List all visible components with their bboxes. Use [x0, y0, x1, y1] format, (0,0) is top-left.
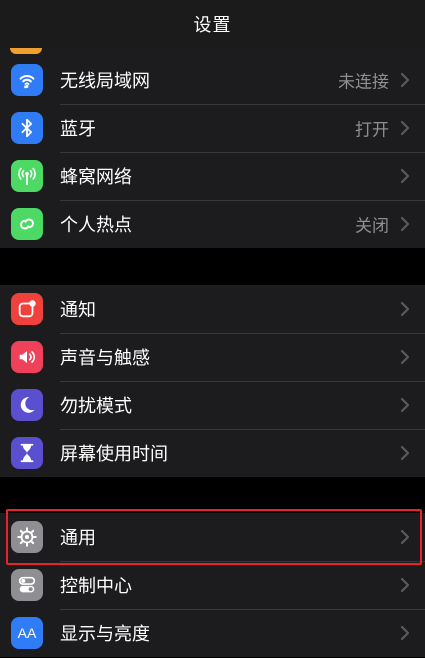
row-screen-time[interactable]: 屏幕使用时间 [0, 429, 425, 477]
navigation-bar: 设置 [0, 0, 425, 48]
row-general[interactable]: 通用 [0, 513, 425, 561]
row-notifications[interactable]: 通知 [0, 285, 425, 333]
cellular-icon [11, 160, 43, 192]
chevron-right-icon [400, 72, 410, 88]
row-label: 蓝牙 [60, 119, 96, 140]
wifi-icon [11, 64, 43, 96]
row-control-center[interactable]: 控制中心 [0, 561, 425, 609]
chevron-right-icon [400, 216, 410, 232]
row-display-brightness[interactable]: AA 显示与亮度 [0, 609, 425, 657]
row-value: 未连接 [338, 72, 389, 93]
control-center-icon [11, 569, 43, 601]
row-bluetooth[interactable]: 蓝牙 打开 [0, 104, 425, 152]
chevron-right-icon [400, 577, 410, 593]
page-title: 设置 [193, 15, 232, 36]
row-label: 屏幕使用时间 [60, 444, 168, 465]
sound-icon [11, 341, 43, 373]
row-label: 个人热点 [60, 215, 132, 236]
chevron-right-icon [400, 120, 410, 136]
row-cellular[interactable]: 蜂窝网络 [0, 152, 425, 200]
chevron-right-icon [400, 397, 410, 413]
row-label: 通用 [60, 528, 96, 549]
row-personal-hotspot[interactable]: 个人热点 关闭 [0, 200, 425, 248]
chevron-right-icon [400, 625, 410, 641]
chevron-right-icon [400, 349, 410, 365]
chevron-right-icon [400, 301, 410, 317]
row-label: 声音与触感 [60, 348, 150, 369]
row-label: 显示与亮度 [60, 624, 150, 645]
moon-icon [11, 389, 43, 421]
chevron-right-icon [400, 168, 410, 184]
chevron-right-icon [400, 445, 410, 461]
row-value: 关闭 [355, 216, 389, 237]
row-sounds-haptics[interactable]: 声音与触感 [0, 333, 425, 381]
partially-visible-row[interactable] [0, 48, 425, 56]
row-label: 控制中心 [60, 576, 132, 597]
display-icon-text: AA [17, 625, 37, 641]
row-label: 蜂窝网络 [60, 167, 132, 188]
row-label: 勿扰模式 [60, 396, 132, 417]
display-brightness-icon: AA [11, 617, 43, 649]
row-do-not-disturb[interactable]: 勿扰模式 [0, 381, 425, 429]
row-label: 无线局域网 [60, 71, 150, 92]
row-value: 打开 [355, 120, 389, 141]
orange-app-icon [10, 48, 42, 54]
hotspot-icon [11, 208, 43, 240]
settings-group-connectivity: 无线局域网 未连接 蓝牙 打开 蜂窝网络 个人热点 关闭 [0, 56, 425, 248]
row-label: 通知 [60, 300, 96, 321]
settings-group-general: 通用 控制中心 AA 显示与亮度 [0, 513, 425, 657]
chevron-right-icon [400, 529, 410, 545]
notifications-icon [11, 293, 43, 325]
row-wifi[interactable]: 无线局域网 未连接 [0, 56, 425, 104]
hourglass-icon [11, 437, 43, 469]
bluetooth-icon [11, 112, 43, 144]
gear-icon [11, 521, 43, 553]
settings-group-notifications: 通知 声音与触感 勿扰模式 屏幕使用时间 [0, 285, 425, 477]
